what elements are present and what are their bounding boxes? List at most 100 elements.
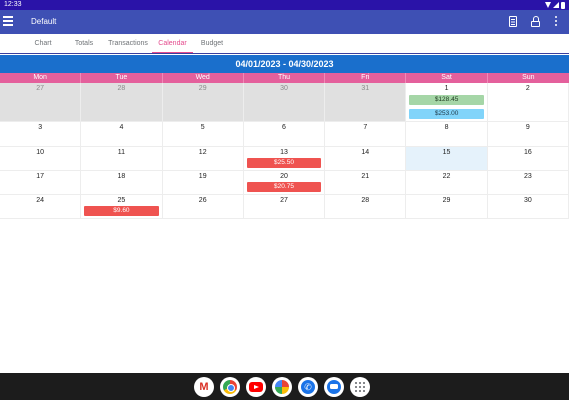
weekday-sat: Sat [406, 73, 488, 83]
tab-calendar[interactable]: Calendar [152, 34, 193, 54]
weekday-wed: Wed [163, 73, 244, 83]
day-number: 16 [523, 149, 532, 156]
day-cell[interactable]: 21 [325, 171, 407, 195]
event-chip-expense[interactable]: $25.50 [246, 158, 322, 168]
day-cell[interactable]: 6 [243, 122, 326, 147]
event-chip-expense[interactable]: $9.60 [84, 206, 159, 216]
app-title: Default [31, 17, 57, 26]
day-number: 30 [280, 85, 288, 92]
day-cell[interactable]: 22 [406, 171, 488, 195]
day-cell[interactable]: 18 [81, 171, 163, 195]
day-number: 22 [442, 173, 451, 180]
event-chip[interactable]: $253.00 [409, 109, 484, 119]
day-cell[interactable]: 30 [243, 83, 326, 122]
day-cell[interactable]: 25 $9.60 [81, 195, 163, 219]
tab-budget[interactable]: Budget [193, 34, 231, 54]
day-cell-selected[interactable]: 15 [406, 147, 488, 171]
day-number: 5 [200, 124, 205, 131]
day-number: 21 [361, 173, 370, 180]
menu-icon[interactable] [3, 16, 13, 28]
day-cell[interactable]: 30 [487, 195, 569, 219]
tab-chart[interactable]: Chart [22, 34, 64, 54]
status-time: 12:33 [4, 1, 22, 8]
day-cell[interactable]: 8 [406, 122, 488, 147]
event-chip-expense[interactable]: $20.75 [246, 182, 322, 192]
tab-totals[interactable]: Totals [64, 34, 104, 54]
day-cell[interactable]: 14 [325, 147, 407, 171]
day-number: 1 [444, 85, 449, 92]
day-cell[interactable]: 24 [0, 195, 82, 219]
day-number: 31 [361, 85, 370, 92]
day-cell[interactable]: 20 $20.75 [243, 171, 326, 195]
weekday-fri: Fri [325, 73, 407, 83]
status-bar: 12:33 [0, 0, 569, 10]
more-options-icon[interactable] [555, 16, 558, 27]
lock-icon[interactable] [531, 16, 540, 27]
day-cell[interactable]: 17 [0, 171, 82, 195]
day-number: 26 [198, 197, 207, 204]
export-icon[interactable] [509, 16, 517, 27]
day-number: 18 [117, 173, 126, 180]
day-number: 29 [198, 85, 207, 92]
day-cell[interactable]: 7 [325, 122, 407, 147]
weekday-thu: Thu [244, 73, 326, 83]
app-drawer-icon[interactable] [350, 377, 370, 397]
day-number: 13 [280, 149, 288, 156]
day-cell[interactable]: 27 [0, 83, 82, 122]
weekday-mon: Mon [0, 73, 82, 83]
chrome-icon[interactable] [220, 377, 240, 397]
day-cell[interactable]: 11 [81, 147, 163, 171]
wifi-icon [545, 2, 551, 8]
day-cell[interactable]: 29 [162, 83, 244, 122]
day-cell[interactable]: 16 [487, 147, 569, 171]
app-bar: Default [0, 10, 569, 34]
signal-icon [553, 2, 559, 8]
day-cell[interactable]: 19 [162, 171, 244, 195]
day-cell[interactable]: 23 [487, 171, 569, 195]
battery-icon [561, 1, 565, 9]
youtube-icon[interactable] [246, 377, 266, 397]
day-number: 8 [444, 124, 449, 131]
day-cell[interactable]: 28 [325, 195, 407, 219]
gmail-icon[interactable]: M [194, 377, 214, 397]
app-dock: M ✆ [194, 377, 370, 397]
phone-icon[interactable]: ✆ [298, 377, 318, 397]
day-number: 28 [117, 85, 126, 92]
calendar-grid: 27 28 29 30 31 1 $128.45 $253.00 2 3 4 5… [0, 83, 569, 219]
day-cell[interactable]: 29 [406, 195, 488, 219]
day-number: 9 [525, 124, 530, 131]
taskbar: M ✆ [0, 373, 569, 400]
day-cell[interactable]: 4 [81, 122, 163, 147]
day-number: 30 [523, 197, 532, 204]
weekday-header: Mon Tue Wed Thu Fri Sat Sun [0, 73, 569, 83]
day-number: 29 [442, 197, 451, 204]
day-number: 23 [523, 173, 532, 180]
day-number: 28 [361, 197, 370, 204]
day-cell[interactable]: 12 [162, 147, 244, 171]
event-chip-income[interactable]: $128.45 [409, 95, 484, 105]
day-number: 4 [119, 124, 124, 131]
photos-icon[interactable] [272, 377, 292, 397]
day-cell[interactable]: 27 [243, 195, 326, 219]
messages-icon[interactable] [324, 377, 344, 397]
day-number: 15 [442, 149, 451, 156]
day-number: 10 [36, 149, 45, 156]
day-number: 2 [525, 85, 530, 92]
day-number: 6 [282, 124, 286, 131]
day-number: 7 [363, 124, 368, 131]
day-cell[interactable]: 13 $25.50 [243, 147, 326, 171]
tab-transactions[interactable]: Transactions [104, 34, 152, 54]
day-cell[interactable]: 3 [0, 122, 82, 147]
day-cell[interactable]: 10 [0, 147, 82, 171]
day-cell[interactable]: 2 [487, 83, 569, 122]
day-number: 14 [361, 149, 370, 156]
day-cell[interactable]: 1 $128.45 $253.00 [406, 83, 488, 122]
day-cell[interactable]: 28 [81, 83, 163, 122]
day-cell[interactable]: 31 [325, 83, 407, 122]
day-cell[interactable]: 5 [162, 122, 244, 147]
day-cell[interactable]: 26 [162, 195, 244, 219]
day-cell[interactable]: 9 [487, 122, 569, 147]
day-number: 24 [36, 197, 45, 204]
day-number: 17 [36, 173, 45, 180]
status-icons [545, 0, 565, 10]
